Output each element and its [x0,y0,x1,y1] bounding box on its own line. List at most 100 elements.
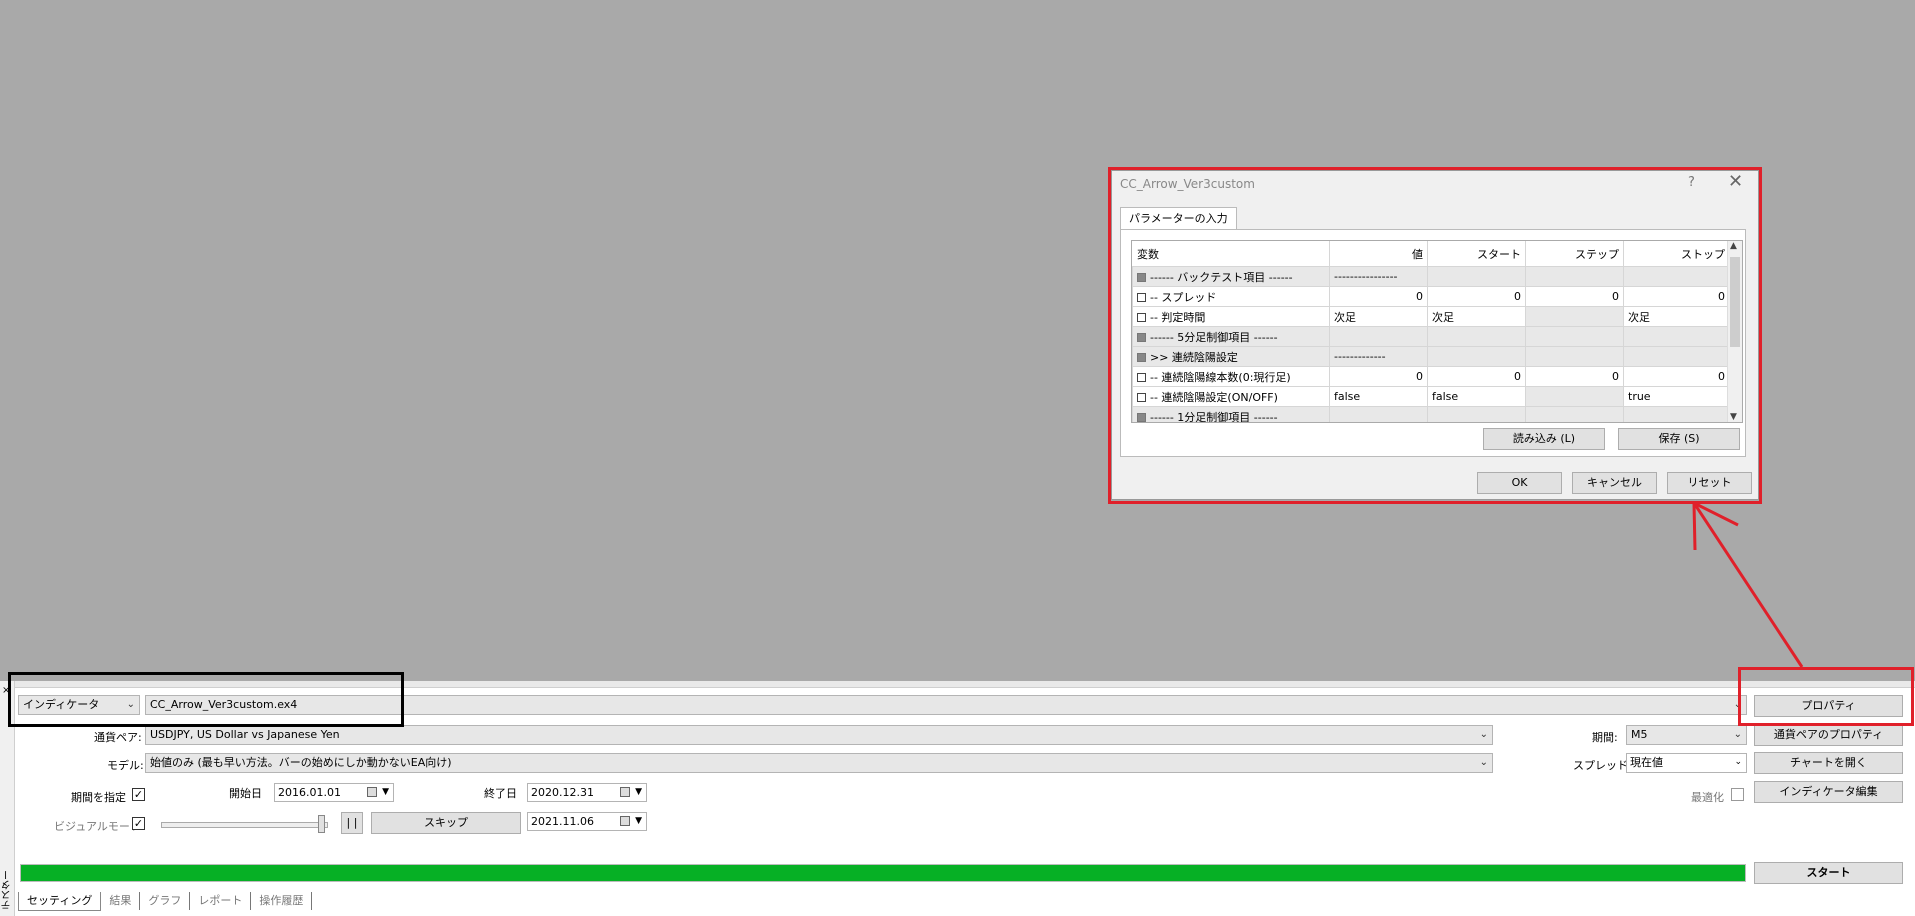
parameter-checkbox[interactable] [1137,393,1146,402]
parameter-name-cell[interactable]: -- 判定時間 [1132,306,1330,327]
parameter-checkbox[interactable] [1137,313,1146,322]
parameter-checkbox[interactable] [1137,333,1146,342]
type-select[interactable]: インディケータ ⌄ [18,695,140,715]
parameter-name-cell[interactable]: -- スプレッド [1132,286,1330,307]
cancel-button[interactable]: キャンセル [1572,472,1657,494]
parameter-start-cell[interactable]: 0 [1427,366,1526,387]
parameter-start-cell[interactable]: 0 [1427,286,1526,307]
parameter-value-cell[interactable]: 0 [1329,366,1428,387]
parameter-step-cell[interactable]: 0 [1525,366,1624,387]
parameter-checkbox[interactable] [1137,373,1146,382]
parameter-row[interactable]: -- スプレッド 0 0 0 0 [1132,286,1730,307]
close-icon[interactable]: × [2,685,10,696]
parameter-name-cell[interactable]: >> 連続陰陽設定 [1132,346,1330,367]
tab-report[interactable]: レポート [190,892,252,910]
parameter-value-cell[interactable] [1329,326,1428,347]
open-chart-button[interactable]: チャートを開く [1754,752,1903,774]
scroll-up-icon[interactable]: ▲ [1730,241,1737,251]
parameter-start-cell[interactable]: false [1427,386,1526,407]
ok-button[interactable]: OK [1477,472,1562,494]
parameter-row[interactable]: ------ 5分足制御項目 ------ [1132,326,1730,347]
help-icon[interactable]: ? [1688,175,1695,190]
parameter-checkbox[interactable] [1137,273,1146,282]
parameter-step-cell[interactable] [1525,386,1624,407]
model-select[interactable]: 始値のみ (最も早い方法。バーの始めにしか動かないEA向け) ⌄ [145,753,1493,773]
start-button[interactable]: スタート [1754,862,1903,884]
close-icon[interactable]: ✕ [1728,171,1743,193]
parameter-stop-cell[interactable] [1623,346,1730,367]
parameter-checkbox[interactable] [1137,353,1146,362]
parameter-value-cell[interactable]: ------------- [1329,346,1428,367]
parameter-checkbox[interactable] [1137,413,1146,422]
symbol-properties-button[interactable]: 通貨ペアのプロパティ [1754,724,1903,746]
parameter-value-cell[interactable]: false [1329,386,1428,407]
reset-button[interactable]: リセット [1667,472,1752,494]
calendar-icon[interactable] [620,787,630,797]
parameter-row[interactable]: ------ 1分足制御項目 ------ [1132,406,1730,422]
use-date-checkbox[interactable]: ✓ [132,788,145,801]
parameter-stop-cell[interactable] [1623,326,1730,347]
pause-button[interactable]: | | [341,812,363,834]
parameter-step-cell[interactable] [1525,346,1624,367]
column-header-start[interactable]: スタート [1427,241,1526,267]
parameter-stop-cell[interactable]: true [1623,386,1730,407]
parameter-start-cell[interactable] [1427,326,1526,347]
save-button[interactable]: 保存 (S) [1618,428,1740,450]
parameter-start-cell[interactable] [1427,266,1526,287]
parameter-name-cell[interactable]: -- 連続陰陽設定(ON/OFF) [1132,386,1330,407]
parameter-value-cell[interactable]: 0 [1329,286,1428,307]
parameter-value-cell[interactable]: ---------------- [1329,266,1428,287]
parameter-value-cell[interactable] [1329,406,1428,422]
panel-splitter[interactable] [0,681,1915,688]
parameter-name-cell[interactable]: ------ 1分足制御項目 ------ [1132,406,1330,422]
parameter-start-cell[interactable] [1427,346,1526,367]
visual-speed-slider-thumb[interactable] [318,815,325,833]
parameter-step-cell[interactable] [1525,306,1624,327]
parameter-start-cell[interactable]: 次足 [1427,306,1526,327]
tab-graph[interactable]: グラフ [140,892,191,910]
calendar-icon[interactable] [367,787,377,797]
parameter-name-cell[interactable]: -- 連続陰陽線本数(0:現行足) [1132,366,1330,387]
parameter-row[interactable]: -- 連続陰陽設定(ON/OFF) false false true [1132,386,1730,407]
column-header-variable[interactable]: 変数 [1132,241,1330,267]
parameter-row[interactable]: -- 連続陰陽線本数(0:現行足) 0 0 0 0 [1132,366,1730,387]
column-header-stop[interactable]: ストップ [1623,241,1730,267]
parameter-step-cell[interactable] [1525,266,1624,287]
parameter-name-cell[interactable]: ------ 5分足制御項目 ------ [1132,326,1330,347]
tab-settings[interactable]: セッティング [18,892,102,911]
optimization-checkbox[interactable] [1731,788,1744,801]
parameter-row[interactable]: >> 連続陰陽設定 ------------- [1132,346,1730,367]
symbol-select[interactable]: USDJPY, US Dollar vs Japanese Yen ⌄ [145,725,1493,745]
edit-indicator-button[interactable]: インディケータ編集 [1754,781,1903,803]
chevron-down-icon[interactable]: ▼ [635,813,642,830]
parameter-stop-cell[interactable]: 0 [1623,366,1730,387]
tab-input-parameters[interactable]: パラメーターの入力 [1120,207,1237,230]
skip-date-field[interactable]: 2021.11.06 ▼ [527,812,647,831]
tab-journal[interactable]: 操作履歴 [251,892,313,910]
spread-select[interactable]: 現在値 ⌄ [1626,753,1747,773]
scroll-down-icon[interactable]: ▼ [1730,412,1737,422]
parameter-row[interactable]: ------ バックテスト項目 ------ ---------------- [1132,266,1730,287]
grid-scrollbar[interactable]: ▲ ▼ [1727,241,1742,422]
parameter-stop-cell[interactable]: 次足 [1623,306,1730,327]
parameter-checkbox[interactable] [1137,293,1146,302]
period-select[interactable]: M5 ⌄ [1626,725,1747,745]
program-select[interactable]: CC_Arrow_Ver3custom.ex4 ⌄ [145,695,1747,715]
properties-button[interactable]: プロパティ [1754,695,1903,717]
chevron-down-icon[interactable]: ▼ [635,784,642,801]
parameter-stop-cell[interactable]: 0 [1623,286,1730,307]
parameter-value-cell[interactable]: 次足 [1329,306,1428,327]
column-header-value[interactable]: 値 [1329,241,1428,267]
parameter-step-cell[interactable] [1525,406,1624,422]
load-button[interactable]: 読み込み (L) [1483,428,1605,450]
end-date-field[interactable]: 2020.12.31 ▼ [527,783,647,802]
parameter-name-cell[interactable]: ------ バックテスト項目 ------ [1132,266,1330,287]
scrollbar-thumb[interactable] [1730,257,1740,347]
visual-mode-checkbox[interactable]: ✓ [132,817,145,830]
column-header-step[interactable]: ステップ [1525,241,1624,267]
parameter-step-cell[interactable] [1525,326,1624,347]
start-date-field[interactable]: 2016.01.01 ▼ [274,783,394,802]
parameter-start-cell[interactable] [1427,406,1526,422]
skip-button[interactable]: スキップ [371,812,521,834]
parameter-step-cell[interactable]: 0 [1525,286,1624,307]
